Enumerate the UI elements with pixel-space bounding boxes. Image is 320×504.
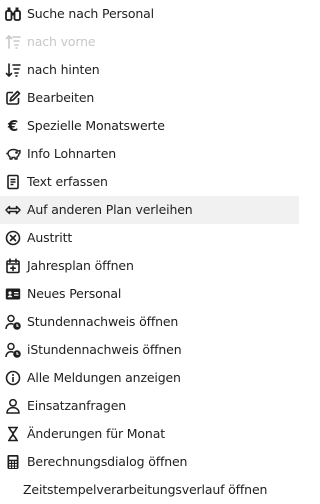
calculator-icon xyxy=(5,454,21,470)
menu-item-lend-to-other-plan[interactable]: Auf anderen Plan verleihen xyxy=(0,196,299,224)
hourglass-icon xyxy=(5,426,21,442)
menu-item-edit[interactable]: Bearbeiten xyxy=(0,84,299,112)
edit-icon xyxy=(5,90,21,106)
menu-item-label: Berechnungsdialog öffnen xyxy=(27,454,188,469)
user-clock-icon xyxy=(5,342,21,358)
menu-item-open-timesheet[interactable]: Stundennachweis öffnen xyxy=(0,308,299,336)
menu-item-label: Suche nach Personal xyxy=(27,6,154,21)
menu-item-label: nach hinten xyxy=(27,62,100,77)
id-card-icon xyxy=(5,286,21,302)
info-circle-icon xyxy=(5,370,21,386)
calendar-plus-icon xyxy=(5,258,21,274)
menu-item-open-timestamp-processing-history[interactable]: Zeitstempelverarbeitungsverlauf öffnen xyxy=(0,476,299,504)
menu-item-special-monthly-values[interactable]: € Spezielle Monatswerte xyxy=(0,112,299,140)
document-text-icon xyxy=(5,174,21,190)
menu-item-label: Austritt xyxy=(27,230,73,245)
menu-item-enter-text[interactable]: Text erfassen xyxy=(0,168,299,196)
menu-item-info-wage-types[interactable]: Info Lohnarten xyxy=(0,140,299,168)
sort-up-icon xyxy=(5,34,21,50)
menu-item-label: Zeitstempelverarbeitungsverlauf öffnen xyxy=(23,482,268,497)
user-outline-icon xyxy=(5,398,21,414)
menu-item-label: Spezielle Monatswerte xyxy=(27,118,165,133)
sort-down-icon xyxy=(5,62,21,78)
euro-icon: € xyxy=(7,117,19,135)
menu-item-label: Neues Personal xyxy=(27,286,122,301)
menu-item-label: Text erfassen xyxy=(27,174,108,189)
menu-item-open-itimesheet[interactable]: iStundennachweis öffnen xyxy=(0,336,299,364)
piggy-bank-icon xyxy=(5,146,21,162)
menu-item-move-back[interactable]: nach hinten xyxy=(0,56,299,84)
menu-item-label: nach vorne xyxy=(27,34,96,49)
menu-item-label: Alle Meldungen anzeigen xyxy=(27,370,181,385)
context-menu: Suche nach Personal nach vorne nach hint… xyxy=(0,0,299,501)
binoculars-icon xyxy=(5,6,21,22)
menu-item-open-annual-plan[interactable]: Jahresplan öffnen xyxy=(0,252,299,280)
menu-item-show-all-messages[interactable]: Alle Meldungen anzeigen xyxy=(0,364,299,392)
menu-item-label: iStundennachweis öffnen xyxy=(27,342,182,357)
user-clock-icon xyxy=(5,314,21,330)
menu-item-label: Änderungen für Monat xyxy=(27,426,165,441)
menu-item-deployment-requests[interactable]: Einsatzanfragen xyxy=(0,392,299,420)
menu-item-exit[interactable]: Austritt xyxy=(0,224,299,252)
menu-item-search-personnel[interactable]: Suche nach Personal xyxy=(0,0,299,28)
menu-item-label: Jahresplan öffnen xyxy=(27,258,134,273)
menu-item-label: Bearbeiten xyxy=(27,90,95,105)
menu-item-label: Stundennachweis öffnen xyxy=(27,314,179,329)
menu-item-label: Einsatzanfragen xyxy=(27,398,127,413)
menu-item-changes-for-month[interactable]: Änderungen für Monat xyxy=(0,420,299,448)
menu-item-new-personnel[interactable]: Neues Personal xyxy=(0,280,299,308)
left-right-arrow-icon xyxy=(5,202,21,218)
cancel-circle-icon xyxy=(5,230,21,246)
menu-item-move-forward[interactable]: nach vorne xyxy=(0,28,299,56)
menu-item-label: Auf anderen Plan verleihen xyxy=(27,202,193,217)
menu-item-label: Info Lohnarten xyxy=(27,146,117,161)
menu-item-open-calculation-dialog[interactable]: Berechnungsdialog öffnen xyxy=(0,448,299,476)
